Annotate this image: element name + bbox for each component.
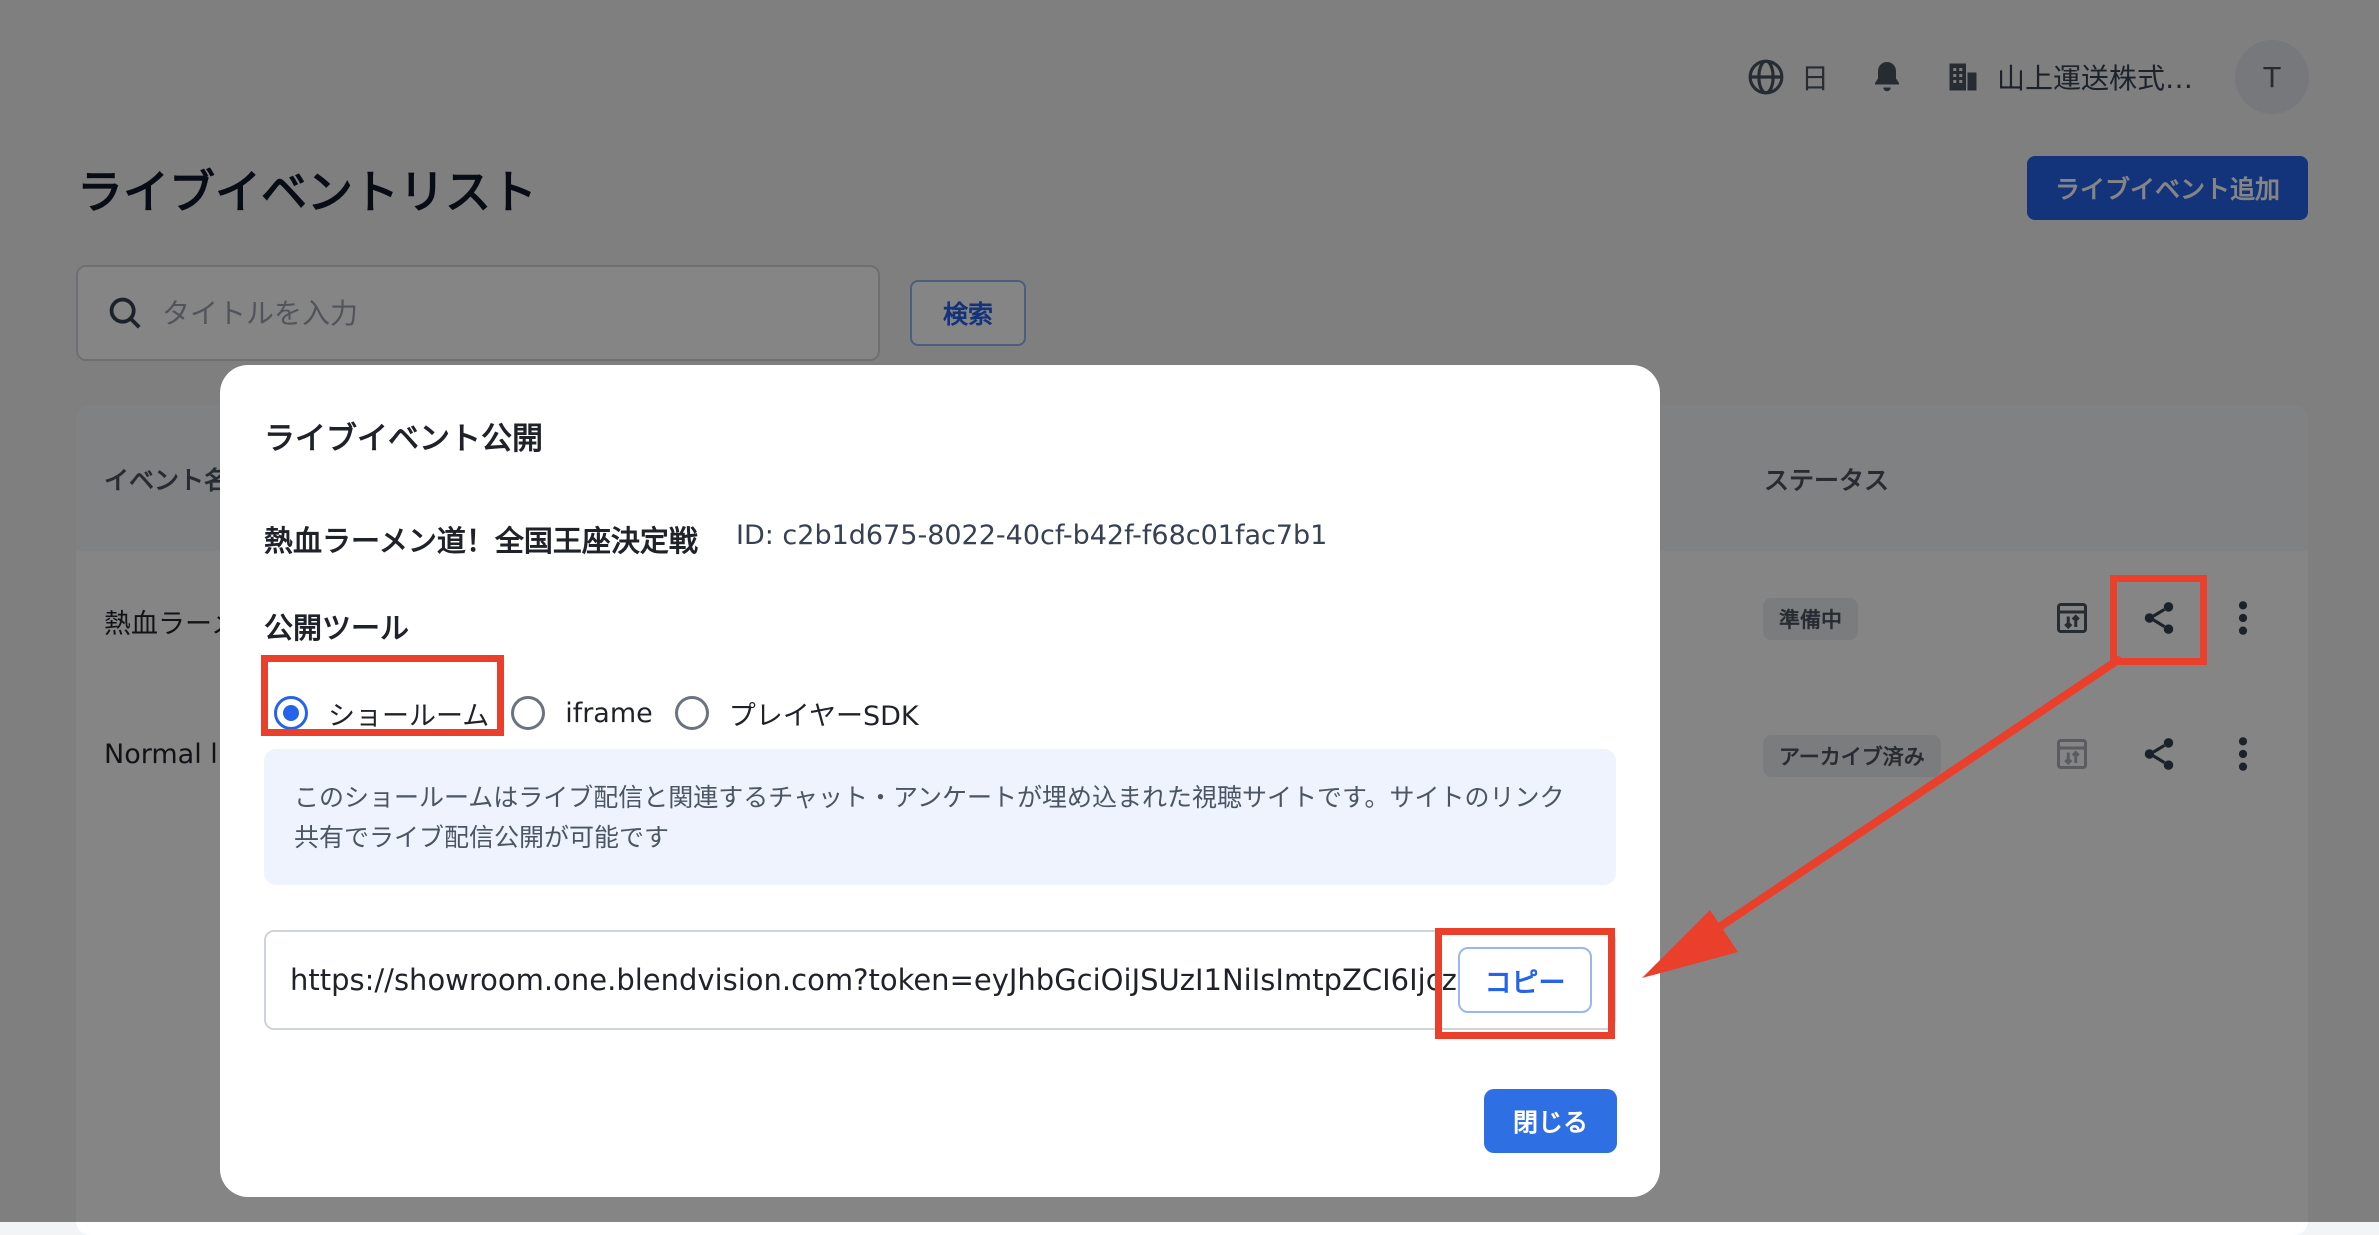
annotation-arrow <box>1642 656 2122 978</box>
